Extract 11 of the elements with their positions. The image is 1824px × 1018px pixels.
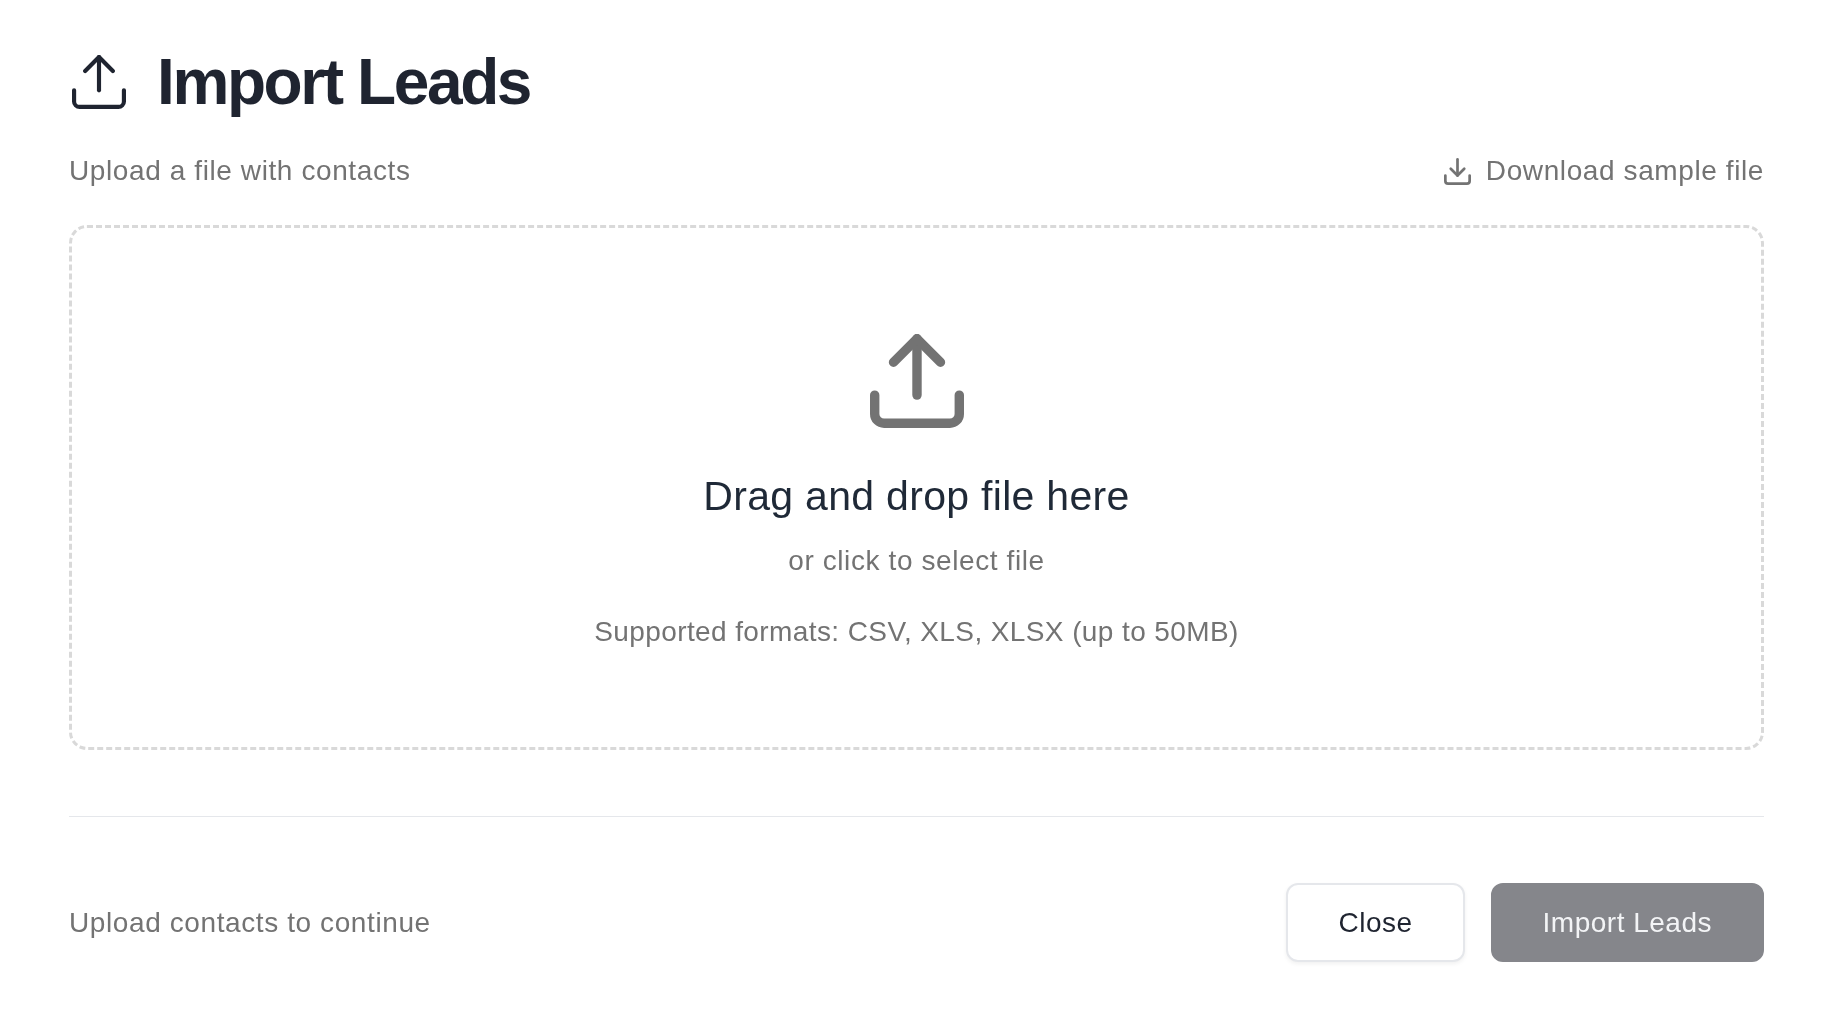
drop-zone-hint: or click to select file <box>788 545 1045 577</box>
upload-icon <box>72 55 126 109</box>
download-sample-link[interactable]: Download sample file <box>1443 155 1764 187</box>
upload-icon <box>869 334 964 428</box>
status-text: Upload contacts to continue <box>69 906 431 939</box>
page-subtitle: Upload a file with contacts <box>69 155 411 187</box>
file-drop-zone[interactable]: Drag and drop file here or click to select file Supported formats: CSV, XLS, XLSX (up to 50MB) <box>69 225 1764 750</box>
close-button[interactable]: Close <box>1286 883 1465 962</box>
supported-formats-text: Supported formats: CSV, XLS, XLSX (up to 50MB) <box>594 616 1239 648</box>
drop-zone-heading: Drag and drop file here <box>703 474 1130 518</box>
download-icon <box>1443 157 1471 185</box>
